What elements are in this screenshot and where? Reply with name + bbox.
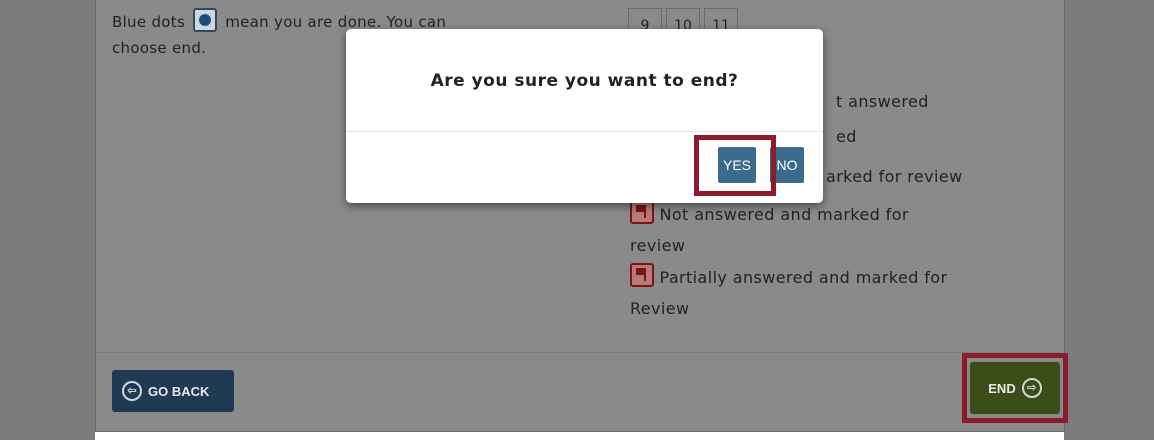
legend-label: review xyxy=(630,236,686,255)
footer-divider xyxy=(96,352,1062,353)
legend-label: arked for review xyxy=(826,167,963,186)
dialog-title: Are you sure you want to end? xyxy=(430,71,739,91)
flag-icon xyxy=(630,200,654,224)
legend-item-not-answered-marked: Not answered and marked for review xyxy=(630,199,909,261)
backdrop-left xyxy=(0,0,95,440)
legend-label: t answered xyxy=(836,92,929,111)
backdrop-right xyxy=(1064,0,1154,440)
go-back-button[interactable]: ⇦ GO BACK xyxy=(112,370,234,412)
legend-item-partially-answered-marked: Partially answered and marked for Review xyxy=(630,262,947,324)
legend-label: Partially answered and marked for xyxy=(659,268,948,287)
end-button-highlight xyxy=(962,353,1068,423)
legend-item-not-answered: t answered xyxy=(836,86,929,117)
legend-item-marked-review: arked for review xyxy=(826,161,963,192)
legend-label: ed xyxy=(836,127,857,146)
legend-label: Not answered and marked for xyxy=(659,205,909,224)
legend-item-answered: ed xyxy=(836,121,857,152)
yes-button-highlight xyxy=(694,135,776,196)
instructions-line2: choose end. xyxy=(112,39,207,57)
legend-label: Review xyxy=(630,299,690,318)
blue-dot-icon xyxy=(193,8,218,32)
dialog-divider xyxy=(346,131,823,132)
arrow-left-icon: ⇦ xyxy=(122,381,142,401)
go-back-label: GO BACK xyxy=(148,383,210,399)
flag-icon xyxy=(630,263,654,287)
instructions-prefix: Blue dots xyxy=(112,13,186,31)
